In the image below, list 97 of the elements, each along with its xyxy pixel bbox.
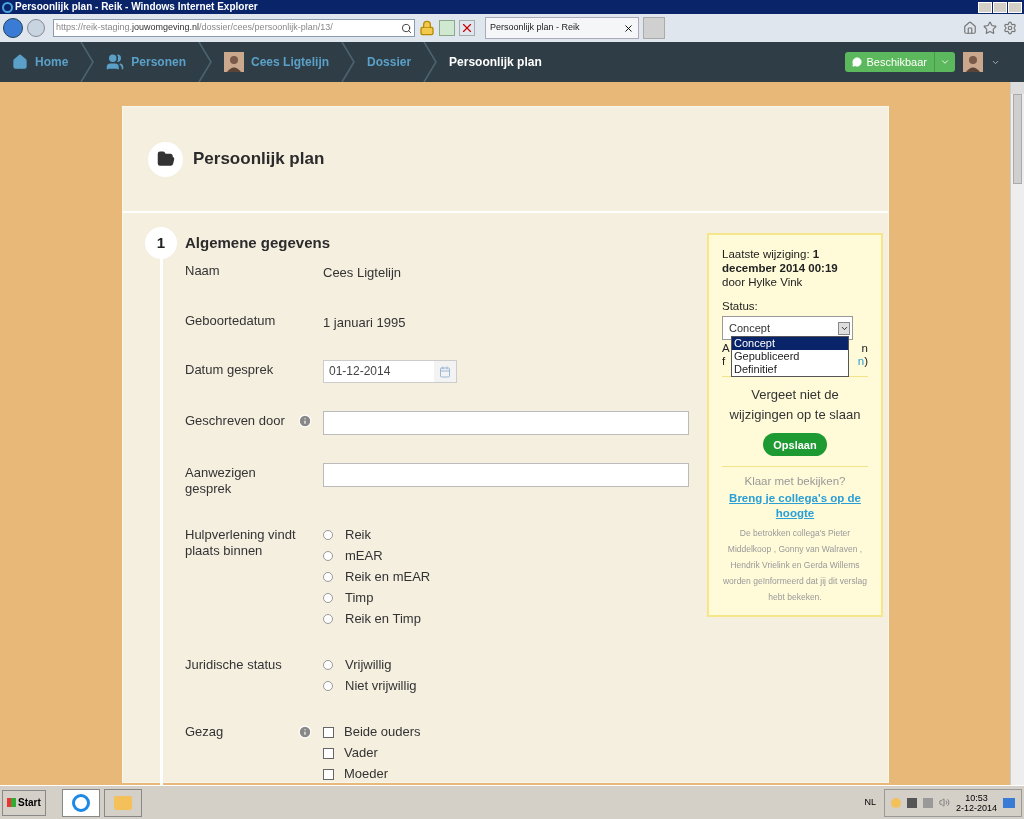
breadcrumb-item[interactable]: Personen — [106, 53, 187, 71]
field-label: Geschreven door — [185, 412, 286, 429]
folder-icon — [156, 150, 175, 168]
home-icon — [12, 54, 28, 70]
field-label: Naam — [185, 262, 221, 279]
info-icon[interactable] — [298, 414, 312, 428]
save-button[interactable]: Opslaan — [763, 433, 827, 457]
radio-label: Reik en mEAR — [345, 569, 431, 585]
dropdown-option[interactable]: Definitief — [732, 363, 848, 377]
lock-icon[interactable] — [419, 20, 435, 36]
settings-icon[interactable] — [1003, 21, 1017, 35]
field-label: Aanwezigen gesprek — [185, 464, 257, 497]
checkbox[interactable] — [323, 768, 334, 780]
radio-button[interactable] — [323, 551, 333, 561]
field-label: Datum gesprek — [185, 361, 275, 378]
question-text: Klaar met bekijken? — [744, 474, 846, 490]
dropdown-option[interactable]: Gepubliceerd — [732, 350, 848, 364]
address-field[interactable]: https://reik-staging.jouwomgeving.nl/dossier/cees/persoonlijk-plan/13/ — [53, 19, 415, 37]
breadcrumb-item[interactable]: Home — [12, 53, 69, 71]
page-title: Persoonlijk plan — [193, 148, 325, 171]
radio-label: Vrijwillig — [345, 657, 392, 673]
chevron-separator-icon — [423, 42, 438, 82]
scrollbar-thumb[interactable] — [1013, 94, 1022, 184]
avatar-icon — [963, 52, 983, 72]
radio-label: Timp — [345, 590, 374, 606]
covered-text: f — [722, 355, 726, 369]
volume-icon[interactable] — [938, 797, 950, 808]
field-value: 1 januari 1995 — [323, 313, 406, 332]
radio-label: Reik en Timp — [345, 611, 421, 627]
covered-text: A — [722, 342, 730, 356]
radio-button[interactable] — [323, 681, 333, 691]
radio-button[interactable] — [323, 614, 333, 624]
checkbox-label: Beide ouders — [344, 724, 421, 740]
chevron-separator-icon — [198, 42, 213, 82]
back-button[interactable] — [3, 18, 23, 38]
search-icon[interactable] — [401, 22, 412, 34]
dropdown-option[interactable]: Concept — [732, 337, 848, 351]
breadcrumb-item[interactable]: Dossier — [367, 53, 412, 71]
radio-label: Niet vrijwillig — [345, 678, 417, 694]
windows-logo-icon — [7, 798, 16, 807]
clock-date: 2-12-2014 — [955, 802, 997, 813]
covered-text: n — [861, 342, 868, 356]
radio-button[interactable] — [323, 593, 333, 603]
breadcrumb-item[interactable]: Persoonlijk plan — [449, 53, 542, 71]
last-modified-text: Laatste wijziging: 1 december 2014 00:19 door Hylke Vink — [722, 247, 839, 289]
radio-button[interactable] — [323, 572, 333, 582]
notify-note: De betrokken collega's Pieter Middelkoop , Gonny van Walraven , Hendrik Vrielink en Gerda Willems worden geïnformeerd dat jij dit verslag hebt bekeken. — [722, 526, 868, 604]
text-input[interactable] — [323, 411, 689, 435]
show-desktop-button[interactable] — [1003, 797, 1015, 808]
minimize-button[interactable] — [978, 1, 992, 13]
step-number: 1 — [145, 227, 177, 259]
close-icon[interactable] — [623, 22, 634, 34]
tray-icon[interactable] — [906, 797, 917, 808]
window-title: Persoonlijk plan - Reik - Windows Internet Explorer — [15, 2, 258, 12]
calendar-icon[interactable] — [439, 365, 451, 378]
breadcrumb-item[interactable]: Cees Ligtelijn — [224, 52, 330, 72]
covered-text: ) — [864, 355, 868, 369]
checkbox-label: Moeder — [344, 766, 389, 782]
avatar-icon — [224, 52, 245, 72]
clock-time: 10:53 — [965, 792, 988, 803]
checkbox[interactable] — [323, 747, 334, 759]
field-label: Hulpverlening vindt plaats binnen — [185, 526, 297, 559]
restore-button[interactable] — [993, 1, 1007, 13]
home-icon[interactable] — [963, 21, 977, 35]
forward-button[interactable] — [27, 19, 45, 37]
field-value: Cees Ligtelijn — [323, 264, 402, 282]
field-label: Juridische status — [185, 656, 283, 673]
new-tab-button[interactable] — [643, 17, 665, 39]
checkbox-label: Vader — [344, 745, 378, 761]
people-icon — [106, 53, 125, 71]
browser-logo-icon — [2, 1, 13, 13]
date-field[interactable]: 01-12-2014 — [323, 360, 457, 383]
caret-icon — [940, 57, 950, 67]
field-label: Gezag — [185, 723, 225, 740]
chat-icon — [852, 57, 863, 67]
browser-tab[interactable]: Persoonlijk plan - Reik — [485, 17, 639, 39]
mail-taskbar-icon[interactable] — [103, 788, 142, 817]
chevron-separator-icon — [80, 42, 95, 82]
section-title: Algemene gegevens — [185, 232, 331, 253]
browser-taskbar-icon[interactable] — [61, 788, 100, 817]
field-label: Geboortedatum — [185, 311, 277, 329]
chevron-separator-icon — [341, 42, 356, 82]
start-button[interactable]: Start — [2, 789, 46, 816]
stop-icon[interactable] — [459, 20, 475, 36]
text-input[interactable] — [323, 463, 689, 487]
radio-label: mEAR — [345, 548, 383, 564]
radio-button[interactable] — [323, 530, 333, 540]
radio-button[interactable] — [323, 660, 333, 670]
language-indicator[interactable]: NL — [860, 795, 880, 810]
favorites-icon[interactable] — [983, 21, 997, 35]
reminder-text: Vergeet niet de wijzigingen op te slaan — [728, 386, 862, 425]
radio-label: Reik — [345, 527, 371, 543]
scrollbar[interactable] — [1010, 82, 1024, 785]
close-button[interactable] — [1008, 1, 1022, 13]
info-icon[interactable] — [298, 725, 312, 739]
status-label: Status: — [722, 299, 759, 314]
checkbox[interactable] — [323, 726, 334, 738]
